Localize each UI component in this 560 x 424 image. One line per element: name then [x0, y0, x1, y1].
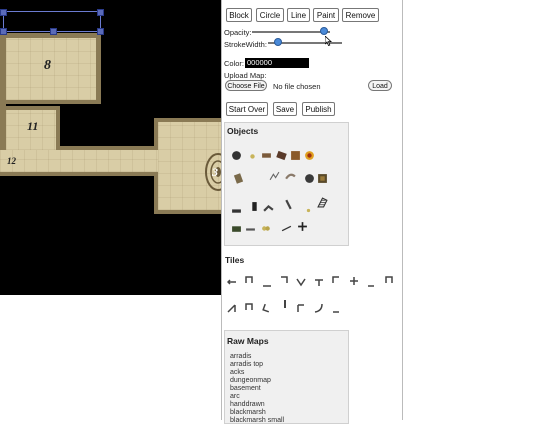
wall-curve-tile[interactable]	[314, 303, 324, 313]
chains-icon[interactable]	[269, 171, 280, 182]
objects-panel: Objects	[224, 122, 349, 246]
wall-diag-sw-tile[interactable]	[227, 303, 237, 313]
raw-map-item[interactable]: basement	[230, 385, 261, 392]
skull-icon[interactable]	[247, 152, 258, 163]
wall	[154, 172, 158, 214]
altar-icon[interactable]	[297, 221, 308, 232]
wall-tee-left-tile[interactable]	[227, 277, 237, 287]
table-icon[interactable]	[261, 150, 272, 161]
raw-maps-title: Raw Maps	[227, 336, 269, 346]
raw-map-item[interactable]: dungeonmap	[230, 377, 271, 384]
wall-corner-se-tile[interactable]	[296, 303, 306, 313]
selection-handle[interactable]	[97, 9, 104, 16]
room-8	[6, 38, 96, 100]
no-file-chosen-text: No file chosen	[273, 82, 321, 91]
corridor	[0, 150, 158, 172]
selection-handle[interactable]	[97, 28, 104, 35]
stairs-icon[interactable]	[317, 197, 328, 208]
opacity-slider-knob[interactable]	[320, 27, 328, 35]
torch-icon[interactable]	[303, 205, 314, 216]
wall-pillar-tile[interactable]	[280, 299, 290, 309]
selection-handle[interactable]	[50, 28, 57, 35]
pit-icon[interactable]	[231, 150, 242, 161]
barrel-icon[interactable]	[233, 173, 244, 184]
selection-handle[interactable]	[0, 9, 7, 16]
pillar-icon[interactable]	[263, 202, 274, 213]
bed-icon[interactable]	[231, 223, 242, 234]
upload-map-label: Upload Map:	[224, 71, 267, 80]
wall-end-short-tile[interactable]	[331, 306, 341, 316]
dagger-icon[interactable]	[245, 224, 256, 235]
gold-icon[interactable]	[261, 223, 272, 234]
publish-button[interactable]: Publish	[302, 102, 335, 116]
room-number-3: 3	[212, 165, 218, 179]
line-button[interactable]: Line	[287, 8, 310, 22]
block-button[interactable]: Block	[226, 8, 252, 22]
raw-map-item[interactable]: blackmarsh small	[230, 417, 284, 424]
wall-tee-down-tile[interactable]	[314, 277, 324, 287]
wall	[154, 118, 158, 150]
wall-corner-nw-tile[interactable]	[331, 275, 341, 285]
wall-arch-tile[interactable]	[384, 275, 394, 285]
wall-corner-ne-tile[interactable]	[279, 275, 289, 285]
wall-block-tile[interactable]	[244, 302, 254, 312]
room-number-8: 8	[44, 58, 51, 73]
raw-map-item[interactable]: blackmarsh	[230, 409, 266, 416]
map-canvas[interactable]: 8 11 12 3	[0, 0, 221, 295]
raw-map-item[interactable]: arradis top	[230, 361, 263, 368]
wall	[0, 100, 101, 104]
room-number-11: 11	[27, 119, 39, 133]
web-icon[interactable]	[304, 173, 315, 184]
room-number-12: 12	[7, 156, 16, 166]
spear-icon[interactable]	[281, 223, 292, 234]
color-field[interactable]: 000000	[245, 58, 309, 68]
brazier-icon[interactable]	[317, 173, 328, 184]
paint-button[interactable]: Paint	[313, 8, 339, 22]
wall-cap-top-tile[interactable]	[244, 275, 254, 285]
wall-straight-tile[interactable]	[262, 279, 272, 289]
stroke-width-label: StrokeWidth:	[224, 40, 267, 49]
raw-maps-panel: Raw Maps arradis arradis top acks dungeo…	[224, 330, 349, 424]
wall	[154, 210, 221, 214]
tiles-title: Tiles	[225, 255, 245, 265]
opacity-slider[interactable]	[252, 31, 330, 33]
wall	[56, 106, 60, 151]
wall-corner-v-tile[interactable]	[296, 277, 306, 287]
wall-corner-sw-tile[interactable]	[262, 303, 272, 313]
wall	[0, 106, 60, 110]
objects-title: Objects	[227, 126, 259, 136]
start-over-button[interactable]: Start Over	[226, 102, 268, 116]
explosion-icon[interactable]	[304, 150, 315, 161]
raw-map-item[interactable]: arc	[230, 393, 240, 400]
wall	[0, 172, 158, 176]
crate-icon[interactable]	[290, 150, 301, 161]
load-button[interactable]: Load	[368, 80, 392, 91]
wall	[60, 146, 158, 150]
choose-file-button[interactable]: Choose File	[225, 80, 267, 91]
stroke-width-slider-knob[interactable]	[274, 38, 282, 46]
circle-button[interactable]: Circle	[256, 8, 284, 22]
control-panel: Block Circle Line Paint Remove Opacity: …	[221, 0, 403, 424]
rug-icon[interactable]	[276, 150, 287, 161]
wall	[96, 33, 101, 103]
wall	[154, 118, 221, 122]
raw-map-item[interactable]: handdrawn	[230, 401, 265, 408]
rope-icon[interactable]	[283, 199, 294, 210]
color-label: Color:	[224, 59, 245, 68]
remove-button[interactable]: Remove	[342, 8, 379, 22]
raw-map-item[interactable]: arradis	[230, 353, 251, 360]
selection-handle[interactable]	[0, 28, 7, 35]
wall-end-h-tile[interactable]	[366, 280, 376, 290]
raw-map-item[interactable]: acks	[230, 369, 244, 376]
rubble-icon[interactable]	[285, 171, 296, 182]
save-button[interactable]: Save	[273, 102, 297, 116]
coffin-icon[interactable]	[249, 201, 260, 212]
mouse-cursor-icon	[325, 36, 332, 46]
wall-cross-tile[interactable]	[349, 276, 359, 286]
chest-icon[interactable]	[231, 205, 242, 216]
opacity-label: Opacity:	[224, 28, 252, 37]
